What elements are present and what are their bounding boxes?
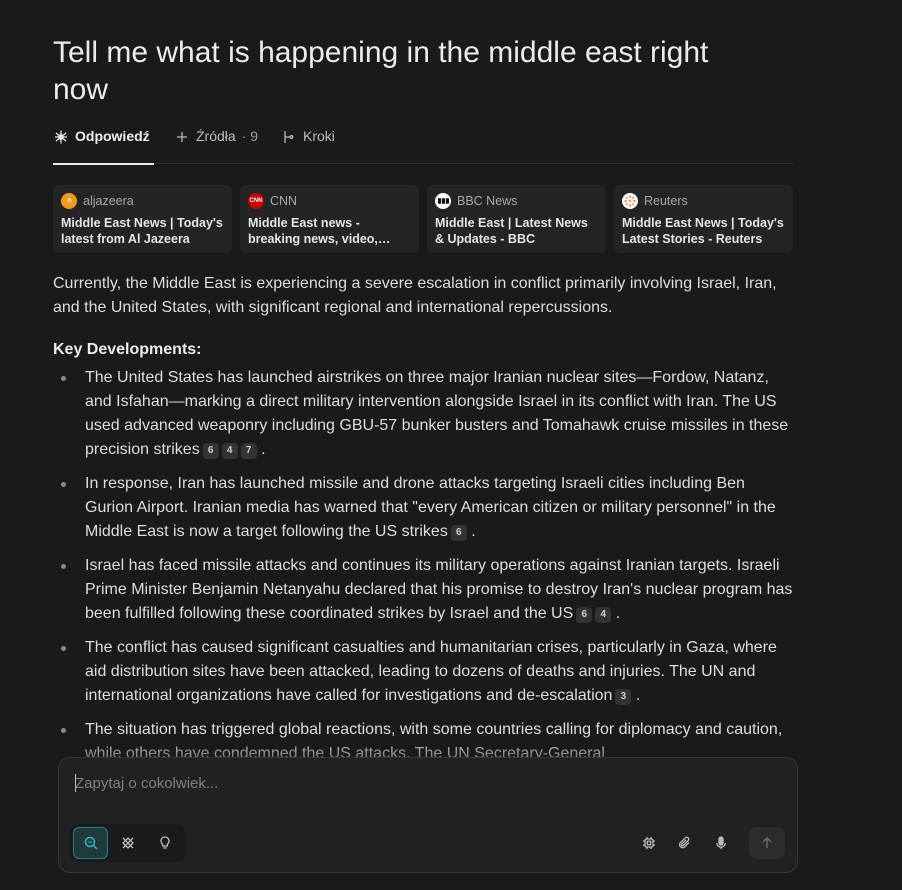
list-item: In response, Iran has launched missile a…: [53, 472, 793, 544]
citation-badge[interactable]: 6: [202, 443, 219, 459]
tab-answer-label: Odpowiedź: [75, 128, 150, 144]
citation-badge[interactable]: 6: [576, 607, 593, 623]
source-site: Reuters: [644, 194, 688, 208]
cpu-chip-icon: [643, 837, 655, 849]
answer-tabs: Odpowiedź Źródła · 9 Kroki: [53, 128, 793, 165]
dictation-button[interactable]: [705, 827, 737, 859]
citation-badge[interactable]: 4: [221, 443, 238, 459]
bullet-text: The United States has launched airstrike…: [85, 369, 789, 458]
source-card[interactable]: Reuters Middle East News | Today's Lates…: [614, 185, 793, 253]
send-button[interactable]: [749, 827, 785, 859]
ask-input[interactable]: [75, 772, 635, 794]
source-title: Middle East News | Today's latest from A…: [61, 216, 223, 246]
section-heading: Key Developments:: [53, 341, 202, 358]
text-caret: [75, 774, 76, 792]
labs-mode-button[interactable]: [147, 827, 182, 859]
search-mode-button[interactable]: [73, 827, 108, 859]
list-item: Israel has faced missile attacks and con…: [53, 554, 793, 626]
steps-icon: [284, 131, 294, 143]
tab-sources-count: · 9: [241, 128, 259, 144]
model-button[interactable]: [633, 827, 665, 859]
source-cards: aljazeera Middle East News | Today's lat…: [53, 185, 793, 253]
research-icon: [121, 837, 134, 849]
list-item: The conflict has caused significant casu…: [53, 636, 793, 708]
answer-body: Currently, the Middle East is experienci…: [53, 272, 793, 776]
reuters-logo-icon: [622, 193, 638, 209]
source-card[interactable]: CNN CNN Middle East news - breaking news…: [240, 185, 419, 253]
research-mode-button[interactable]: [110, 827, 145, 859]
citation-badge[interactable]: 4: [595, 607, 612, 623]
source-card[interactable]: aljazeera Middle East News | Today's lat…: [53, 185, 232, 253]
composer: [58, 757, 798, 873]
citation-badge[interactable]: 6: [450, 525, 467, 541]
arrow-up-icon: [762, 837, 772, 848]
tab-steps[interactable]: Kroki: [281, 128, 335, 164]
attach-button[interactable]: [669, 827, 701, 859]
answer-icon: [55, 130, 67, 144]
citation-badge[interactable]: 3: [615, 689, 632, 705]
answer-intro: Currently, the Middle East is experienci…: [53, 275, 777, 316]
source-title: Middle East News | Today's Latest Storie…: [622, 216, 784, 246]
source-site: CNN: [270, 194, 298, 208]
bullet-text: The situation has triggered global react…: [85, 721, 783, 762]
citation-badge[interactable]: 7: [240, 443, 257, 459]
lightbulb-icon: [159, 836, 170, 849]
source-card[interactable]: BBC News Middle East | Latest News & Upd…: [427, 185, 606, 253]
microphone-icon: [716, 836, 726, 849]
tab-sources-label: Źródła: [196, 128, 236, 144]
bullet-text: The conflict has caused significant casu…: [85, 639, 777, 704]
source-title: Middle East news - breaking news, video,…: [248, 216, 378, 246]
sources-icon: [177, 132, 187, 142]
tab-answer[interactable]: Odpowiedź: [53, 128, 154, 165]
tab-sources[interactable]: Źródła · 9: [174, 128, 258, 164]
tab-steps-label: Kroki: [303, 128, 335, 144]
list-item: The United States has launched airstrike…: [53, 366, 793, 462]
source-site: aljazeera: [83, 194, 134, 208]
aljazeera-logo-icon: [61, 193, 77, 209]
source-title: Middle East | Latest News & Updates - BB…: [435, 216, 588, 246]
mode-switcher: [70, 824, 185, 862]
source-site: BBC News: [457, 194, 518, 208]
bbc-logo-icon: [435, 193, 451, 209]
bullet-text: In response, Iran has launched missile a…: [85, 475, 776, 540]
cnn-logo-icon: CNN: [248, 193, 264, 209]
paperclip-icon: [678, 836, 690, 849]
bullet-text: Israel has faced missile attacks and con…: [85, 557, 793, 622]
page-title: Tell me what is happening in the middle …: [53, 36, 709, 106]
developments-list: The United States has launched airstrike…: [53, 366, 793, 766]
search-icon: [84, 836, 98, 850]
composer-tools: [633, 827, 785, 859]
